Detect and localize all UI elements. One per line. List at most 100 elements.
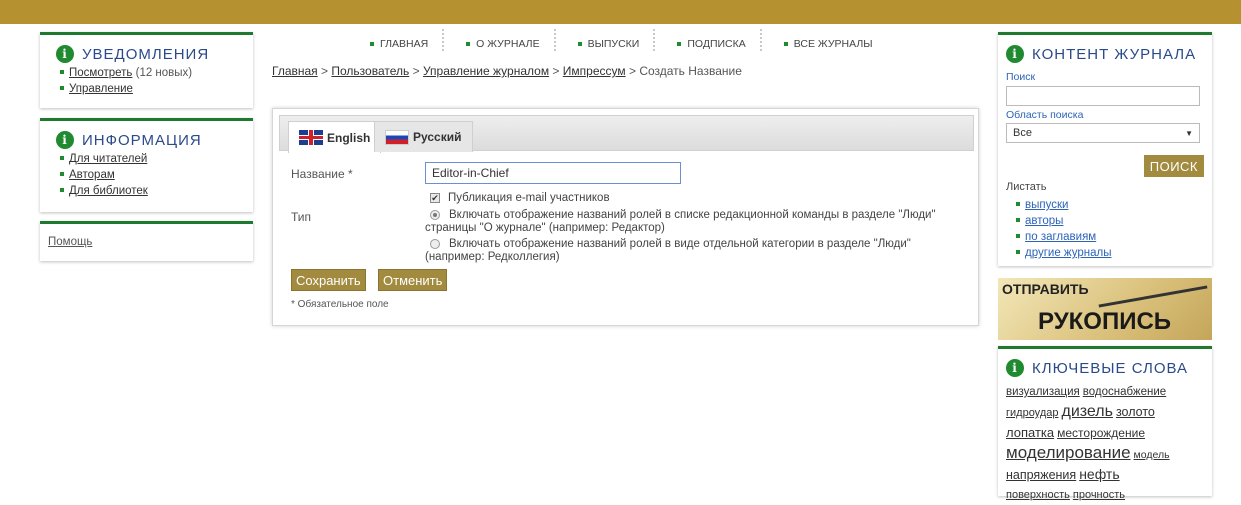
nav-separator [653,29,656,51]
bullet-icon [1016,233,1020,238]
save-button[interactable]: Сохранить [291,269,366,291]
help-link[interactable]: Помощь [48,236,92,248]
bullet-icon [466,42,471,46]
cancel-button[interactable]: Отменить [378,269,448,291]
browse-authors-link[interactable]: авторы [1025,215,1063,227]
nav-separator [442,29,445,51]
breadcrumb-separator: > [552,64,560,78]
role-option-2-label: Включать отображение названий ролей в ви… [425,238,911,263]
browse-list: выпуски авторы по заглавиям другие журна… [1012,197,1112,261]
information-title: i ИНФОРМАЦИЯ [56,131,243,149]
bullet-icon [60,171,64,176]
browse-other-journals-link[interactable]: другие журналы [1025,247,1112,259]
search-scope-select[interactable]: Все ▼ [1006,123,1200,143]
nav-item-home[interactable]: ГЛАВНАЯ [370,33,428,55]
breadcrumb-home[interactable]: Главная [272,64,318,78]
info-icon: i [56,45,74,63]
keyword-link[interactable]: золото [1116,405,1155,419]
keywords-title: i КЛЮЧЕВЫЕ СЛОВА [1006,359,1204,377]
bullet-icon [1016,217,1020,222]
browse-titles-link[interactable]: по заглавиям [1025,231,1096,243]
keyword-link[interactable]: моделирование [1006,443,1131,462]
bullet-icon [60,69,64,74]
keywords-block: i КЛЮЧЕВЫЕ СЛОВА визуализация водоснабжен… [998,346,1212,501]
for-readers-link[interactable]: Для читателей [69,153,147,165]
keyword-link[interactable]: водоснабжение [1083,386,1166,398]
notifications-count: (12 новых) [135,67,193,79]
breadcrumb-separator: > [321,64,329,78]
bullet-icon [1016,249,1020,254]
notifications-list: Посмотреть (12 новых) Управление [56,65,243,97]
for-authors-link[interactable]: Авторам [69,169,115,181]
notifications-manage-item: Управление [56,81,243,97]
name-input[interactable] [425,162,681,184]
bullet-icon [783,42,788,46]
notifications-title: i УВЕДОМЛЕНИЯ [56,45,243,63]
public-email-checkbox[interactable]: ✔ [430,193,440,203]
journal-content-title: i КОНТЕНТ ЖУРНАЛА [1006,45,1204,63]
public-email-label: Публикация e-mail участников [448,192,610,204]
search-label: Поиск [1006,71,1036,83]
view-notifications-link[interactable]: Посмотреть [69,67,132,79]
information-item: Для библиотек [56,183,243,199]
breadcrumb-masthead[interactable]: Импрессум [563,64,626,78]
browse-item: выпуски [1012,197,1112,213]
breadcrumb-separator: > [412,64,420,78]
submit-banner-line2: РУКОПИСЬ [1038,308,1172,335]
keyword-link[interactable]: месторождение [1057,426,1145,440]
keyword-link[interactable]: напряжения [1006,468,1076,482]
browse-item: по заглавиям [1012,229,1112,245]
name-label: Название * [291,167,353,181]
uk-flag-icon [299,130,323,145]
nav-item-issues[interactable]: ВЫПУСКИ [577,33,639,55]
information-block: i ИНФОРМАЦИЯ Для читателей Авторам Для б… [40,118,253,212]
for-libraries-link[interactable]: Для библиотек [69,185,148,197]
nav-item-subscription[interactable]: ПОДПИСКА [677,33,746,55]
help-block: Помощь [40,221,253,261]
keyword-link[interactable]: дизель [1061,403,1112,420]
keyword-link[interactable]: прочность [1073,489,1125,501]
keyword-link[interactable]: лопатка [1006,425,1054,440]
browse-label: Листать [1006,181,1047,193]
role-option-1-label: Включать отображение названий ролей в сп… [425,209,936,234]
journal-content-block: i КОНТЕНТ ЖУРНАЛА Поиск Область поиска В… [998,32,1212,266]
bullet-icon [60,85,64,90]
chevron-down-icon: ▼ [1185,128,1193,138]
submit-banner-line1: ОТПРАВИТЬ [1002,281,1089,297]
search-scope-label: Область поиска [1006,109,1084,121]
required-note: * Обязательное поле [291,299,389,310]
create-title-form: English Русский Название * ✔ Публикация … [272,108,979,326]
keyword-link[interactable]: модель [1134,449,1170,461]
bullet-icon [60,187,64,192]
search-input[interactable] [1006,86,1200,106]
breadcrumb-user[interactable]: Пользователь [331,64,409,78]
nav-separator [553,29,556,51]
breadcrumb-current: Создать Название [639,64,742,78]
info-icon: i [56,131,74,149]
browse-issues-link[interactable]: выпуски [1025,199,1068,211]
keyword-cloud: визуализация водоснабжение гидроудар дизел… [1006,383,1204,505]
breadcrumb-journal-management[interactable]: Управление журналом [423,64,549,78]
nav-item-about[interactable]: О ЖУРНАЛЕ [466,33,540,55]
russia-flag-icon [385,129,409,145]
nav-separator [759,29,762,51]
nav-item-all-journals[interactable]: ВСЕ ЖУРНАЛЫ [783,33,873,55]
info-icon: i [1006,45,1024,63]
keyword-link[interactable]: поверхность [1006,489,1070,501]
main-nav: ГЛАВНАЯ О ЖУРНАЛЕ ВЫПУСКИ ПОДПИСКА ВСЕ Ж… [370,29,873,55]
keyword-link[interactable]: визуализация [1006,386,1080,398]
bullet-icon [1016,201,1020,206]
top-bar [0,0,1241,24]
bullet-icon [370,42,374,46]
submit-manuscript-banner[interactable]: ОТПРАВИТЬ РУКОПИСЬ [998,278,1212,340]
tab-english[interactable]: English [288,121,382,153]
search-button[interactable]: ПОИСК [1143,155,1204,177]
breadcrumb-separator: > [628,64,636,78]
keyword-link[interactable]: гидроудар [1006,407,1058,419]
keyword-link[interactable]: нефть [1079,466,1119,482]
pen-icon [1098,285,1208,308]
info-icon: i [1006,359,1024,377]
manage-notifications-link[interactable]: Управление [69,83,133,95]
notifications-block: i УВЕДОМЛЕНИЯ Посмотреть (12 новых) Упра… [40,32,253,108]
tab-russian[interactable]: Русский [374,121,473,152]
